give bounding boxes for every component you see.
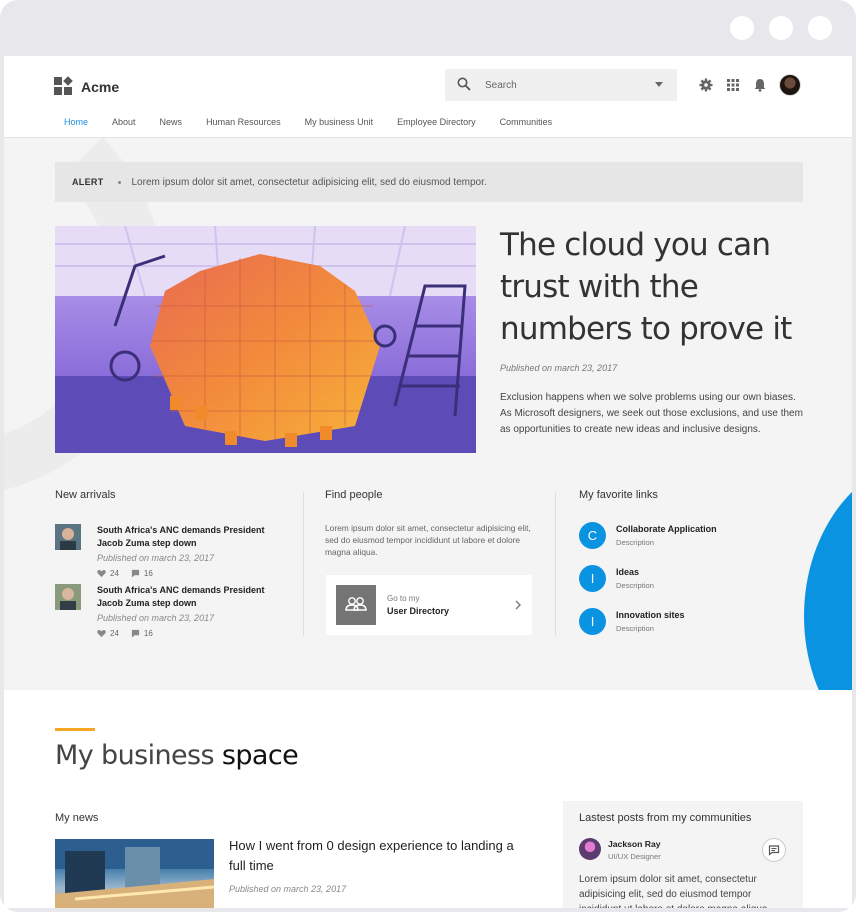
- browser-window: Acme Search Home About News Human Resour…: [0, 0, 856, 912]
- heart-icon[interactable]: [97, 629, 106, 638]
- nav-item-about[interactable]: About: [112, 117, 136, 127]
- user-directory-card[interactable]: Go to my User Directory: [326, 575, 532, 635]
- people-icon: [336, 585, 376, 625]
- alert-separator: [117, 180, 121, 184]
- main-nav: Home About News Human Resources My busin…: [64, 117, 576, 127]
- post-author-name[interactable]: Jackson Ray: [608, 839, 661, 849]
- arrival-thumbnail: [55, 584, 81, 610]
- window-controls: [730, 16, 832, 40]
- user-avatar[interactable]: [779, 74, 801, 96]
- window-dot[interactable]: [808, 16, 832, 40]
- business-space-title-light: My business: [55, 740, 215, 771]
- hero-body: Exclusion happens when we solve problems…: [500, 392, 803, 435]
- favorite-link-badge: C: [579, 522, 606, 549]
- favorite-link-name[interactable]: Innovation sites: [616, 610, 685, 620]
- page: Acme Search Home About News Human Resour…: [4, 56, 852, 908]
- favorite-link-name[interactable]: Ideas: [616, 567, 639, 577]
- arrival-title[interactable]: South Africa's ANC demands President Jac…: [97, 524, 287, 550]
- news-image[interactable]: [55, 839, 214, 908]
- message-icon: [768, 845, 780, 856]
- list-item[interactable]: South Africa's ANC demands President Jac…: [55, 584, 285, 644]
- window-dot[interactable]: [730, 16, 754, 40]
- directory-card-caption: Go to my: [387, 594, 420, 603]
- hero-image[interactable]: [55, 226, 476, 453]
- comment-icon[interactable]: [131, 629, 140, 638]
- list-item[interactable]: South Africa's ANC demands President Jac…: [55, 524, 285, 584]
- new-arrivals-title: New arrivals: [55, 489, 116, 501]
- arrival-date: Published on march 23, 2017: [97, 553, 215, 563]
- post-text: Lorem ipsum dolor sit amet, consectetur …: [579, 874, 770, 908]
- hero-title-line: The cloud you can: [500, 227, 771, 263]
- app-title: Acme: [81, 78, 120, 95]
- hero-title[interactable]: The cloud you can trust with the numbers…: [500, 224, 820, 350]
- nav-item-employee-directory[interactable]: Employee Directory: [397, 117, 476, 127]
- avatar[interactable]: [579, 838, 601, 860]
- grid-icon[interactable]: [726, 78, 740, 92]
- favorite-link[interactable]: I Ideas Description: [579, 565, 779, 595]
- comment-count: 16: [143, 629, 153, 638]
- hero-date: Published on march 23, 2017: [500, 363, 618, 373]
- site-header: Acme Search Home About News Human Resour…: [4, 56, 852, 138]
- logo-icon: [54, 76, 73, 96]
- favorite-link-badge: I: [579, 565, 606, 592]
- comment-count: 16: [143, 569, 153, 578]
- window-dot[interactable]: [769, 16, 793, 40]
- business-space-title-bold: space: [221, 740, 299, 771]
- find-people-text: Lorem ipsum dolor sit amet, consectetur …: [325, 523, 531, 557]
- business-space-section: My business space My news How I went fro…: [4, 690, 852, 908]
- hero-title-line: numbers to prove it: [500, 311, 792, 347]
- nav-item-news[interactable]: News: [160, 117, 183, 127]
- favorite-link-desc: Description: [616, 538, 654, 547]
- like-count: 24: [110, 629, 119, 638]
- chevron-right-icon: [515, 600, 521, 610]
- column-divider: [303, 492, 304, 636]
- bell-icon[interactable]: [753, 78, 767, 92]
- post-author-role: UI/UX Designer: [608, 852, 661, 861]
- heart-icon[interactable]: [97, 569, 106, 578]
- nav-item-home[interactable]: Home: [64, 117, 88, 127]
- hero-title-line: trust with the: [500, 269, 699, 305]
- community-posts-panel: Lastest posts from my communities Jackso…: [563, 801, 803, 908]
- alert-label: ALERT: [72, 177, 104, 187]
- column-divider: [555, 492, 556, 636]
- search-input[interactable]: [485, 74, 635, 96]
- news-headline[interactable]: How I went from 0 design experience to l…: [229, 836, 529, 876]
- business-space-title: My business space: [55, 740, 299, 771]
- search-icon: [457, 77, 471, 91]
- alert-text: Lorem ipsum dolor sit amet, consectetur …: [131, 176, 487, 188]
- find-people-title: Find people: [325, 489, 383, 501]
- gear-icon[interactable]: [699, 78, 713, 92]
- my-news-title: My news: [55, 812, 99, 824]
- nav-item-human-resources[interactable]: Human Resources: [206, 117, 281, 127]
- favorite-links-title: My favorite links: [579, 489, 658, 501]
- arrival-date: Published on march 23, 2017: [97, 613, 215, 623]
- arrival-title[interactable]: South Africa's ANC demands President Jac…: [97, 584, 287, 610]
- search-box[interactable]: [445, 69, 677, 101]
- favorite-link-desc: Description: [616, 581, 654, 590]
- arrival-thumbnail: [55, 524, 81, 550]
- news-date: Published on march 23, 2017: [229, 884, 347, 894]
- nav-item-my-business-unit[interactable]: My business Unit: [305, 117, 374, 127]
- section-accent-line: [55, 728, 95, 731]
- directory-card-label: User Directory: [387, 606, 450, 616]
- alert-banner: ALERT Lorem ipsum dolor sit amet, consec…: [55, 162, 803, 202]
- chevron-down-icon[interactable]: [655, 82, 663, 87]
- favorite-link[interactable]: C Collaborate Application Description: [579, 522, 779, 552]
- nav-item-communities[interactable]: Communities: [500, 117, 553, 127]
- favorite-link-desc: Description: [616, 624, 654, 633]
- like-count: 24: [110, 569, 119, 578]
- arrival-stats: 24 16: [97, 629, 153, 638]
- arrival-stats: 24 16: [97, 569, 153, 578]
- comment-icon[interactable]: [131, 569, 140, 578]
- favorite-link-name[interactable]: Collaborate Application: [616, 524, 717, 534]
- posts-title: Lastest posts from my communities: [579, 812, 752, 824]
- hero-illustration: [55, 226, 476, 453]
- favorite-link[interactable]: I Innovation sites Description: [579, 608, 779, 638]
- message-button[interactable]: [762, 838, 786, 862]
- logo[interactable]: Acme: [54, 76, 120, 96]
- favorite-link-badge: I: [579, 608, 606, 635]
